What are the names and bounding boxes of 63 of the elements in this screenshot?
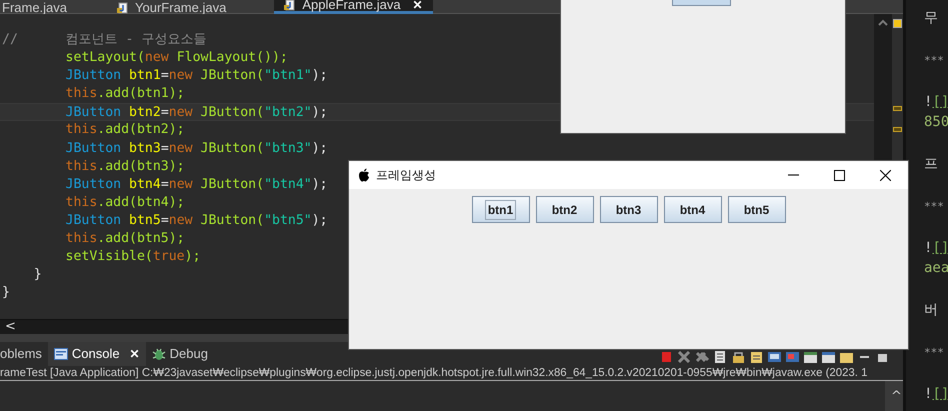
java-file-icon [117,2,130,14]
occurrence-marker-icon[interactable] [893,106,902,112]
remove-all-icon[interactable] [696,351,709,363]
markdown-line: *** [924,53,945,69]
markdown-line: ![] [924,93,948,112]
java-file-icon [284,0,296,11]
code-line: this.add(btn4); [64,194,185,211]
code-line: this.add(btn1); [64,85,185,102]
apple-icon [358,168,370,182]
markdown-line: 프 [924,155,939,174]
panel-tab[interactable]: Console ✕ [48,342,146,366]
swing-button[interactable]: btn1 [472,196,530,223]
window-title: 프레임생성 [376,167,436,184]
console-status-line: rameTest [Java Application] C:₩23javaset₩eclipse₩plugins₩org.eclipse.justj.openjdk.hotspot.jre.full.win32.x86_64_15.0.2.v20210201-0955₩jre₩bin₩javaw.exe (2023. 1 [0,367,868,379]
window-icon[interactable] [804,351,817,363]
markdown-line: 850 [924,113,948,132]
close-icon[interactable]: ✕ [130,345,140,363]
markdown-line: 무 [924,9,939,28]
maximize-icon[interactable] [876,351,889,363]
markdown-line: ![] [924,239,948,258]
code-line: JButton btn5=new JButton("btn5"); [64,212,328,229]
markdown-line: ![] [924,385,948,404]
code-line: JButton btn2=new JButton("btn2"); [64,104,328,122]
document-icon[interactable] [714,351,727,363]
swing-button[interactable]: btn5 [728,196,786,223]
code-line: this.add(btn3); [64,158,185,175]
close-icon[interactable]: ✕ [412,0,423,11]
markdown-line: aea [924,259,948,278]
code-line: setVisible(true); [64,248,201,266]
maximize-icon[interactable] [834,170,844,180]
folder-icon[interactable] [840,351,853,363]
code-line: // 컴포넌트 - 구성요소들 [1,31,206,48]
monitor-icon[interactable] [768,351,781,363]
swing-button[interactable]: btn4 [664,196,722,223]
bug-icon [152,347,166,361]
code-line: JButton btn1=new JButton("btn1"); [64,67,328,84]
lock-icon[interactable] [732,351,745,363]
code-line: this.add(btn2); [64,121,185,138]
code-line: JButton btn4=new JButton("btn4"); [64,176,328,193]
code-line: JButton btn3=new JButton("btn3"); [64,140,328,157]
swing-button[interactable]: btn2 [536,196,594,223]
remove-icon[interactable] [678,351,691,363]
markdown-line: *** [924,345,945,361]
code-line: } [32,266,42,284]
document-icon[interactable] [750,351,763,363]
console-icon [54,348,68,360]
occurrence-marker-icon[interactable] [893,127,902,133]
code-line: } [1,284,10,302]
markdown-line: *** [924,199,945,215]
close-icon[interactable] [880,170,890,180]
editor-tab[interactable]: YourFrame.java [115,0,236,14]
scroll-left-arrow[interactable]: < [5,317,16,337]
warning-marker-icon [893,19,902,28]
window-icon[interactable] [822,351,835,363]
stop-icon[interactable] [660,351,673,363]
panel-tab[interactable]: Debug [146,342,214,366]
markdown-line: 버 [924,301,939,320]
code-line: setLayout(new FlowLayout()); [64,49,288,66]
code-line: this.add(btn5); [64,230,185,248]
scroll-up-icon[interactable] [878,19,888,26]
swing-button[interactable]: btn3 [600,196,658,223]
panel-tab[interactable]: oblems [0,342,48,366]
editor-tab[interactable]: Frame.java [0,0,78,14]
